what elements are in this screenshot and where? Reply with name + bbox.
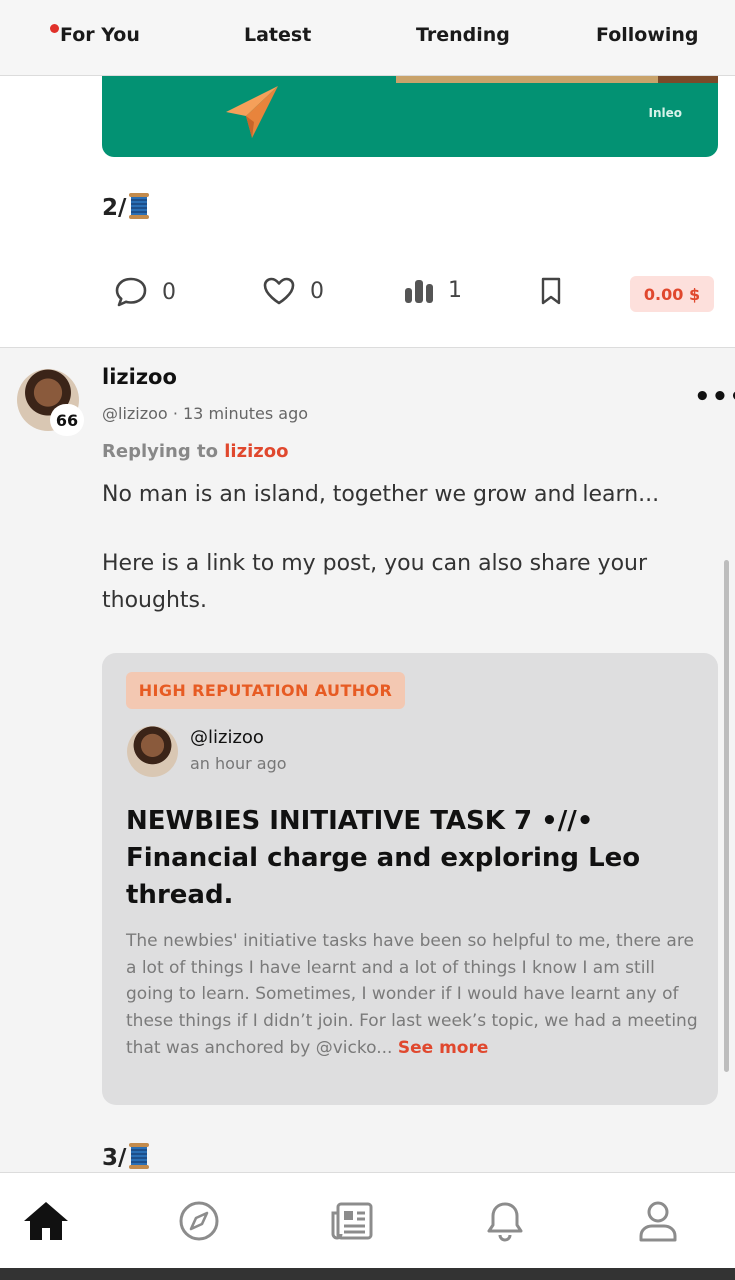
tab-following[interactable]: Following bbox=[596, 24, 699, 46]
high-reputation-badge: HIGH REPUTATION AUTHOR bbox=[126, 672, 405, 709]
compass-icon bbox=[179, 1201, 219, 1241]
bell-icon bbox=[487, 1202, 523, 1242]
nav-home[interactable] bbox=[22, 1197, 70, 1245]
like-count: 0 bbox=[310, 278, 324, 304]
nav-explore[interactable] bbox=[175, 1197, 223, 1245]
replying-prefix: Replying to bbox=[102, 441, 218, 462]
nav-notifications[interactable] bbox=[481, 1197, 529, 1245]
tab-for-you[interactable]: For You bbox=[60, 24, 140, 46]
thread-index: 2/ bbox=[102, 193, 150, 221]
nav-profile[interactable] bbox=[634, 1197, 682, 1245]
post-text-paragraph: No man is an island, together we grow an… bbox=[102, 482, 660, 507]
meta-separator: · bbox=[172, 404, 178, 423]
author-handle[interactable]: @lizizoo bbox=[102, 404, 168, 423]
heart-icon bbox=[263, 277, 295, 305]
bookmark-icon bbox=[541, 277, 561, 305]
tab-latest[interactable]: Latest bbox=[244, 24, 311, 46]
paper-plane-icon bbox=[226, 86, 278, 138]
comment-button[interactable]: 0 bbox=[114, 276, 176, 308]
media-decoration bbox=[658, 76, 718, 83]
feed-tabs: For You Latest Trending Following bbox=[0, 0, 735, 76]
media-logo-text: Inleo bbox=[648, 106, 682, 120]
comment-count: 0 bbox=[162, 279, 176, 305]
card-avatar bbox=[127, 726, 178, 777]
card-author-handle[interactable]: @lizizoo bbox=[190, 727, 264, 748]
replying-to-user-link[interactable]: lizizoo bbox=[224, 441, 288, 462]
thread-index-label: 2/ bbox=[102, 195, 127, 221]
post-meta: @lizizoo · 13 minutes ago bbox=[102, 404, 308, 423]
thread-index-label: 3/ bbox=[102, 1145, 127, 1171]
notification-dot bbox=[50, 24, 59, 33]
tab-trending[interactable]: Trending bbox=[416, 24, 510, 46]
see-more-link[interactable]: See more bbox=[398, 1038, 489, 1058]
bookmark-button[interactable] bbox=[540, 276, 562, 306]
embedded-post-card[interactable]: HIGH REPUTATION AUTHOR @lizizoo an hour … bbox=[102, 653, 718, 1105]
view-count: 1 bbox=[448, 277, 462, 303]
card-excerpt: The newbies' initiative tasks have been … bbox=[126, 928, 706, 1062]
post-text-paragraph: Here is a link to my post, you can also … bbox=[102, 551, 648, 613]
author-name[interactable]: lizizoo bbox=[102, 365, 177, 389]
spool-of-thread-icon bbox=[129, 193, 150, 219]
spool-of-thread-icon bbox=[129, 1143, 150, 1169]
views-stat: 1 bbox=[404, 276, 462, 304]
profile-icon bbox=[639, 1201, 677, 1242]
card-time: an hour ago bbox=[190, 754, 287, 773]
post-time: 13 minutes ago bbox=[183, 404, 309, 423]
home-icon bbox=[24, 1202, 68, 1240]
system-home-bar bbox=[0, 1268, 735, 1280]
like-button[interactable]: 0 bbox=[262, 276, 324, 306]
comment-icon bbox=[115, 277, 147, 307]
nav-news[interactable] bbox=[328, 1197, 376, 1245]
newspaper-icon bbox=[331, 1202, 373, 1240]
more-options-icon[interactable]: ••• bbox=[694, 382, 735, 412]
thread-index: 3/ bbox=[102, 1143, 150, 1171]
payout-button[interactable]: 0.00 $ bbox=[630, 276, 714, 312]
scrollbar[interactable] bbox=[724, 560, 729, 1072]
reputation-badge: 66 bbox=[50, 404, 84, 436]
replying-to: Replying to lizizoo bbox=[102, 441, 288, 462]
post-actions: 0 0 1 0.00 $ bbox=[0, 276, 735, 314]
card-title[interactable]: NEWBIES INITIATIVE TASK 7 •//• Financial… bbox=[126, 803, 706, 914]
bottom-navigation bbox=[0, 1172, 735, 1268]
bar-chart-icon bbox=[405, 280, 433, 303]
